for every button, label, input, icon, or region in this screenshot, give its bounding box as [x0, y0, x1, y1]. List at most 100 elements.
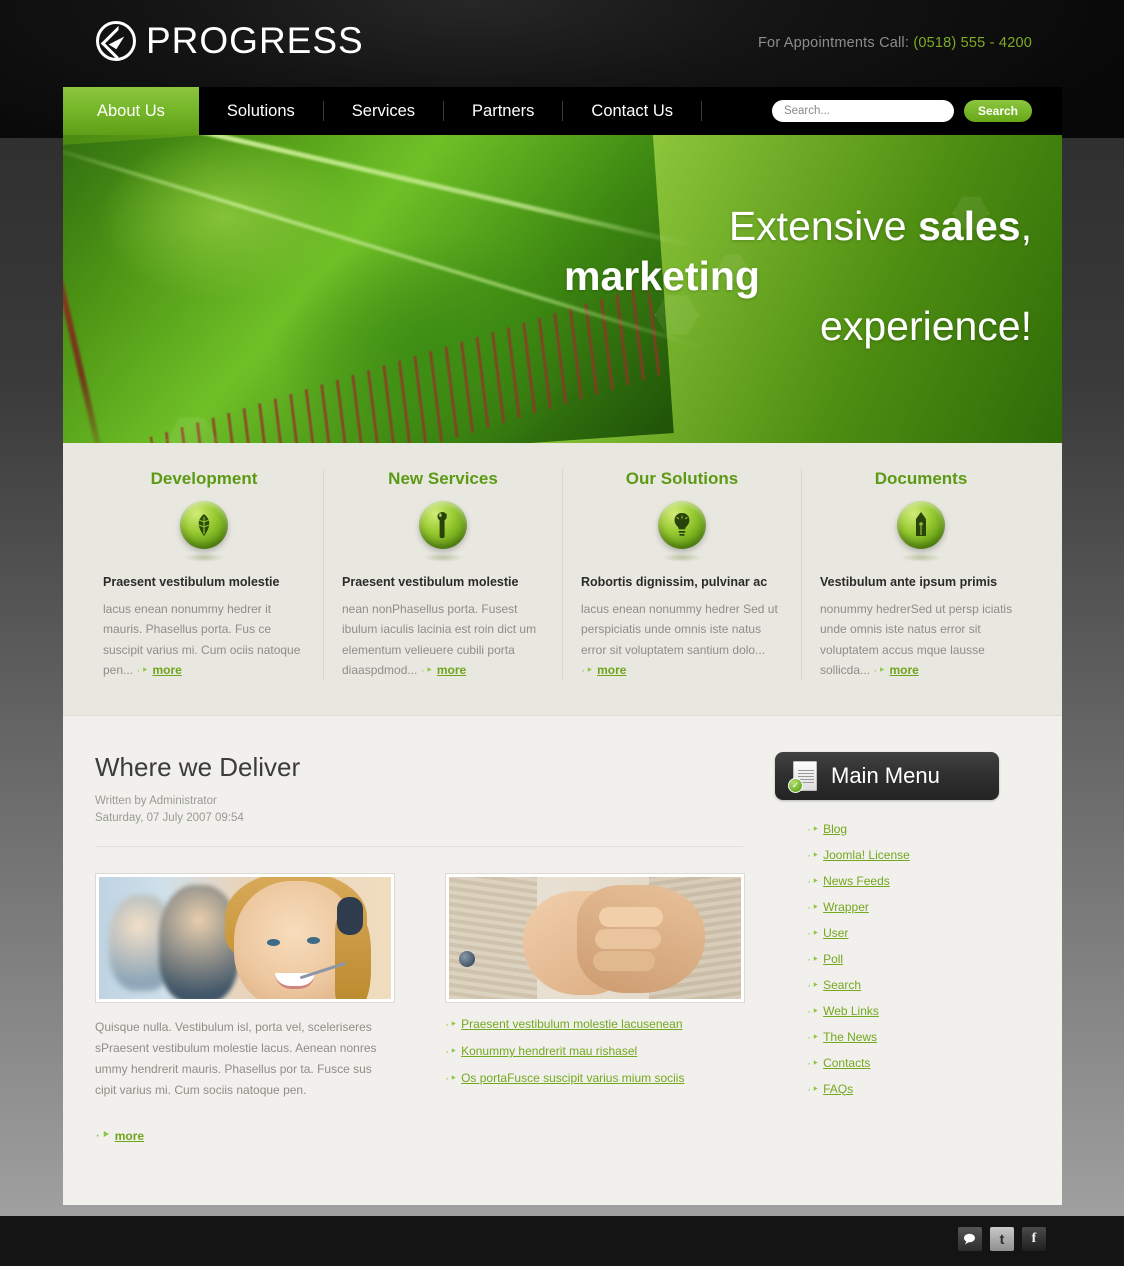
pen-nib-icon[interactable] — [897, 501, 945, 549]
article-more-row: more — [95, 1125, 395, 1145]
sidebar-item-blog[interactable]: Blog — [823, 822, 847, 836]
article-link[interactable]: Konummy hendrerit mau rishasel — [461, 1044, 637, 1058]
leaf-edge — [63, 148, 107, 443]
search-input[interactable] — [771, 100, 954, 122]
feature-subtitle: Vestibulum ante ipsum primis — [820, 575, 998, 589]
nav-item-about-us[interactable]: About Us — [63, 87, 199, 135]
phone-number[interactable]: (0518) 555 - 4200 — [913, 35, 1032, 51]
more-arrow-icon — [873, 663, 889, 677]
article-link[interactable]: Praesent vestibulum molestie lacusenean — [461, 1017, 682, 1031]
check-badge-icon: ✓ — [788, 777, 803, 793]
sidebar: ✓ Main Menu Blog Joomla! License News Fe… — [767, 751, 999, 1146]
bullet-arrow-icon — [807, 874, 823, 888]
sidebar-item-contacts[interactable]: Contacts — [823, 1056, 870, 1070]
bullet-arrow-icon — [807, 900, 823, 914]
more-link[interactable]: more — [597, 663, 626, 677]
photo-finger-2 — [595, 929, 661, 950]
sidebar-item-user[interactable]: User — [823, 926, 848, 940]
feature-columns: Development Praesent vestibulum molestie… — [63, 443, 1062, 716]
nav-item-services[interactable]: Services — [324, 87, 443, 135]
hero-banner: Extensive sales, marketing experience! — [63, 135, 1062, 443]
list-item: Wrapper — [807, 900, 999, 914]
sidebar-item-faqs[interactable]: FAQs — [823, 1082, 853, 1096]
list-item: User — [807, 926, 999, 940]
article-date: Saturday, 07 July 2007 09:54 — [95, 812, 244, 825]
hero-line-1: Extensive sales, — [532, 201, 1032, 251]
social-links: t f — [958, 1227, 1046, 1251]
article-link[interactable]: Os portaFusce suscipit varius mium socii… — [461, 1071, 684, 1085]
appointments-info: For Appointments Call: (0518) 555 - 4200 — [758, 35, 1032, 51]
bullet-arrow-icon — [807, 848, 823, 862]
nav-label: Partners — [472, 101, 535, 120]
more-link[interactable]: more — [152, 663, 181, 677]
list-item: The News — [807, 1030, 999, 1044]
bullet-arrow-icon — [807, 978, 823, 992]
comment-icon[interactable] — [958, 1227, 982, 1251]
bullet-arrow-icon — [445, 1017, 461, 1031]
list-item: Konummy hendrerit mau rishasel — [445, 1044, 743, 1058]
nav-label: About Us — [97, 101, 165, 120]
more-link[interactable]: more — [889, 663, 918, 677]
site-footer: t f — [0, 1216, 1124, 1266]
wrench-icon[interactable] — [419, 501, 467, 549]
photo-finger-3 — [593, 951, 655, 972]
search-button[interactable]: Search — [963, 100, 1032, 122]
photo-finger-1 — [599, 907, 663, 928]
bullet-arrow-icon — [807, 952, 823, 966]
hero-line-3: experience! — [820, 303, 1032, 350]
feature-card-our-solutions: Our Solutions Robortis dignissim, pulvin… — [562, 469, 801, 681]
list-item: News Feeds — [807, 874, 999, 888]
article-more-link[interactable]: more — [115, 1129, 144, 1143]
more-link[interactable]: more — [437, 663, 466, 677]
list-item: Web Links — [807, 1004, 999, 1018]
feature-icon-wrap — [581, 501, 783, 549]
feature-title: Our Solutions — [625, 469, 739, 488]
feature-body: nean nonPhasellus porta. Fusest ibulum i… — [342, 599, 544, 681]
more-arrow-icon — [421, 663, 437, 677]
twitter-icon[interactable]: t — [990, 1227, 1014, 1251]
sidebar-item-the-news[interactable]: The News — [823, 1030, 877, 1044]
list-item: Search — [807, 978, 999, 992]
hero-line-2: marketing — [532, 251, 1032, 301]
feature-body: lacus enean nonummy hedrer Sed ut perspi… — [581, 599, 783, 681]
sidebar-item-joomla-license[interactable]: Joomla! License — [823, 848, 910, 862]
article-link-list: Praesent vestibulum molestie lacusenean … — [445, 1017, 743, 1085]
bullet-arrow-icon — [807, 1056, 823, 1070]
nav-item-partners[interactable]: Partners — [444, 87, 562, 135]
sidebar-item-poll[interactable]: Poll — [823, 952, 843, 966]
main-navigation: About Us Solutions Services Partners Con… — [63, 87, 1062, 135]
sidebar-item-web-links[interactable]: Web Links — [823, 1004, 879, 1018]
hero-line1-bold: sales — [917, 203, 1021, 249]
logo[interactable]: PROGRESS — [96, 20, 364, 62]
feature-body: lacus enean nonummy hedrer it mauris. Ph… — [103, 599, 305, 681]
feature-subtitle: Praesent vestibulum molestie — [103, 575, 280, 589]
sidebar-item-news-feeds[interactable]: News Feeds — [823, 874, 890, 888]
handshake-photo — [445, 873, 745, 1004]
bullet-arrow-icon — [807, 1082, 823, 1096]
progress-logo-icon — [96, 21, 136, 61]
lightbulb-icon[interactable] — [658, 501, 706, 549]
feature-card-documents: Documents Vestibulum ante ipsum primis n… — [801, 469, 1040, 681]
main-content: Where we Deliver Written by Administrato… — [63, 715, 1062, 1206]
hero-line1-tail: , — [1020, 203, 1032, 249]
feature-icon-wrap — [103, 501, 305, 549]
bullet-arrow-icon — [807, 1004, 823, 1018]
feature-body-text: lacus enean nonummy hedrer it mauris. Ph… — [103, 602, 301, 678]
sidebar-item-search[interactable]: Search — [823, 978, 861, 992]
facebook-icon[interactable]: f — [1022, 1227, 1046, 1251]
bullet-arrow-icon — [445, 1071, 461, 1085]
document-check-icon: ✓ — [788, 760, 819, 793]
page-container: Extensive sales, marketing experience! D… — [63, 135, 1062, 1206]
list-item: Joomla! License — [807, 848, 999, 862]
sidebar-item-wrapper[interactable]: Wrapper — [823, 900, 869, 914]
more-arrow-icon — [581, 663, 597, 677]
appointments-label: For Appointments Call: — [758, 35, 910, 51]
bullet-arrow-icon — [807, 822, 823, 836]
article-lower: Quisque nulla. Vestibulum isl, porta vel… — [95, 1003, 743, 1145]
nav-label: Services — [351, 101, 416, 120]
nav-item-contact-us[interactable]: Contact Us — [563, 87, 701, 135]
hero-line1-plain: Extensive — [728, 203, 918, 249]
leaf-icon[interactable] — [180, 501, 228, 549]
nav-item-solutions[interactable]: Solutions — [199, 87, 323, 135]
